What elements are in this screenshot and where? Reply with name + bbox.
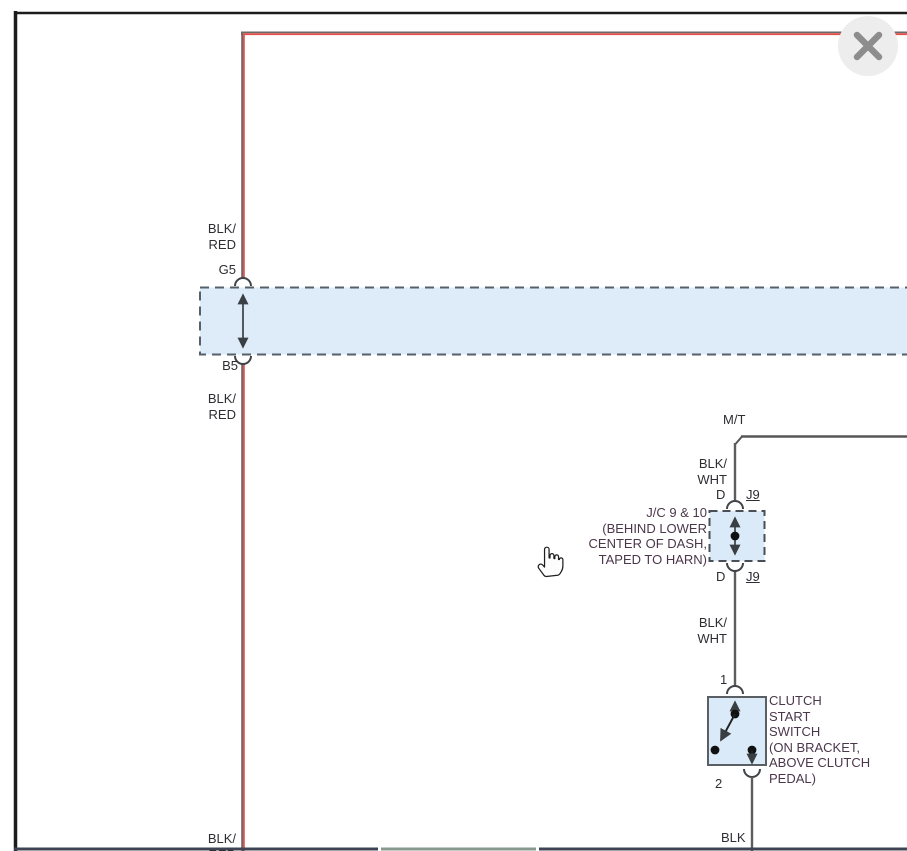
terminal-label-b5: B5 (222, 358, 238, 373)
wire-label-blk-red-top: BLK/ RED (207, 221, 236, 252)
wire-label-blk: BLK (721, 830, 746, 845)
terminal-label-g5: G5 (218, 262, 236, 277)
hand-cursor-icon (536, 544, 564, 583)
component-label-junction: J/C 9 & 10 (BEHIND LOWER CENTER OF DASH,… (588, 505, 707, 567)
wire-label-blk-wht-upper: BLK/ WHT (697, 456, 727, 487)
wire-label-blk-red-mid: BLK/ RED (207, 391, 236, 422)
junction-box (708, 500, 766, 572)
pin-label-d-upper: D (716, 487, 726, 502)
clutch-start-switch-box (707, 685, 767, 778)
close-button[interactable] (838, 16, 898, 76)
component-label-clutch-switch: CLUTCH START SWITCH (ON BRACKET, ABOVE C… (769, 693, 871, 786)
wire-label-blk-wht-lower: BLK/ WHT (697, 615, 727, 646)
connector-label-j9-lower: J9 (746, 569, 760, 584)
wire-label-blk-red-bottom: BLK/ RED (207, 831, 236, 851)
pin-label-2: 2 (715, 776, 723, 791)
pin-label-d-lower: D (716, 569, 726, 584)
connector-label-j9-upper: J9 (746, 487, 760, 502)
highlight-band (199, 286, 907, 356)
close-icon (853, 31, 883, 61)
diagram-viewer: BLK/ RED G5 B5 BLK/ RED BLK/ RED M/T BLK… (0, 0, 907, 851)
wire-mt-branch (734, 435, 907, 445)
pin-label-1: 1 (720, 672, 728, 687)
branch-label-mt: M/T (723, 412, 746, 427)
